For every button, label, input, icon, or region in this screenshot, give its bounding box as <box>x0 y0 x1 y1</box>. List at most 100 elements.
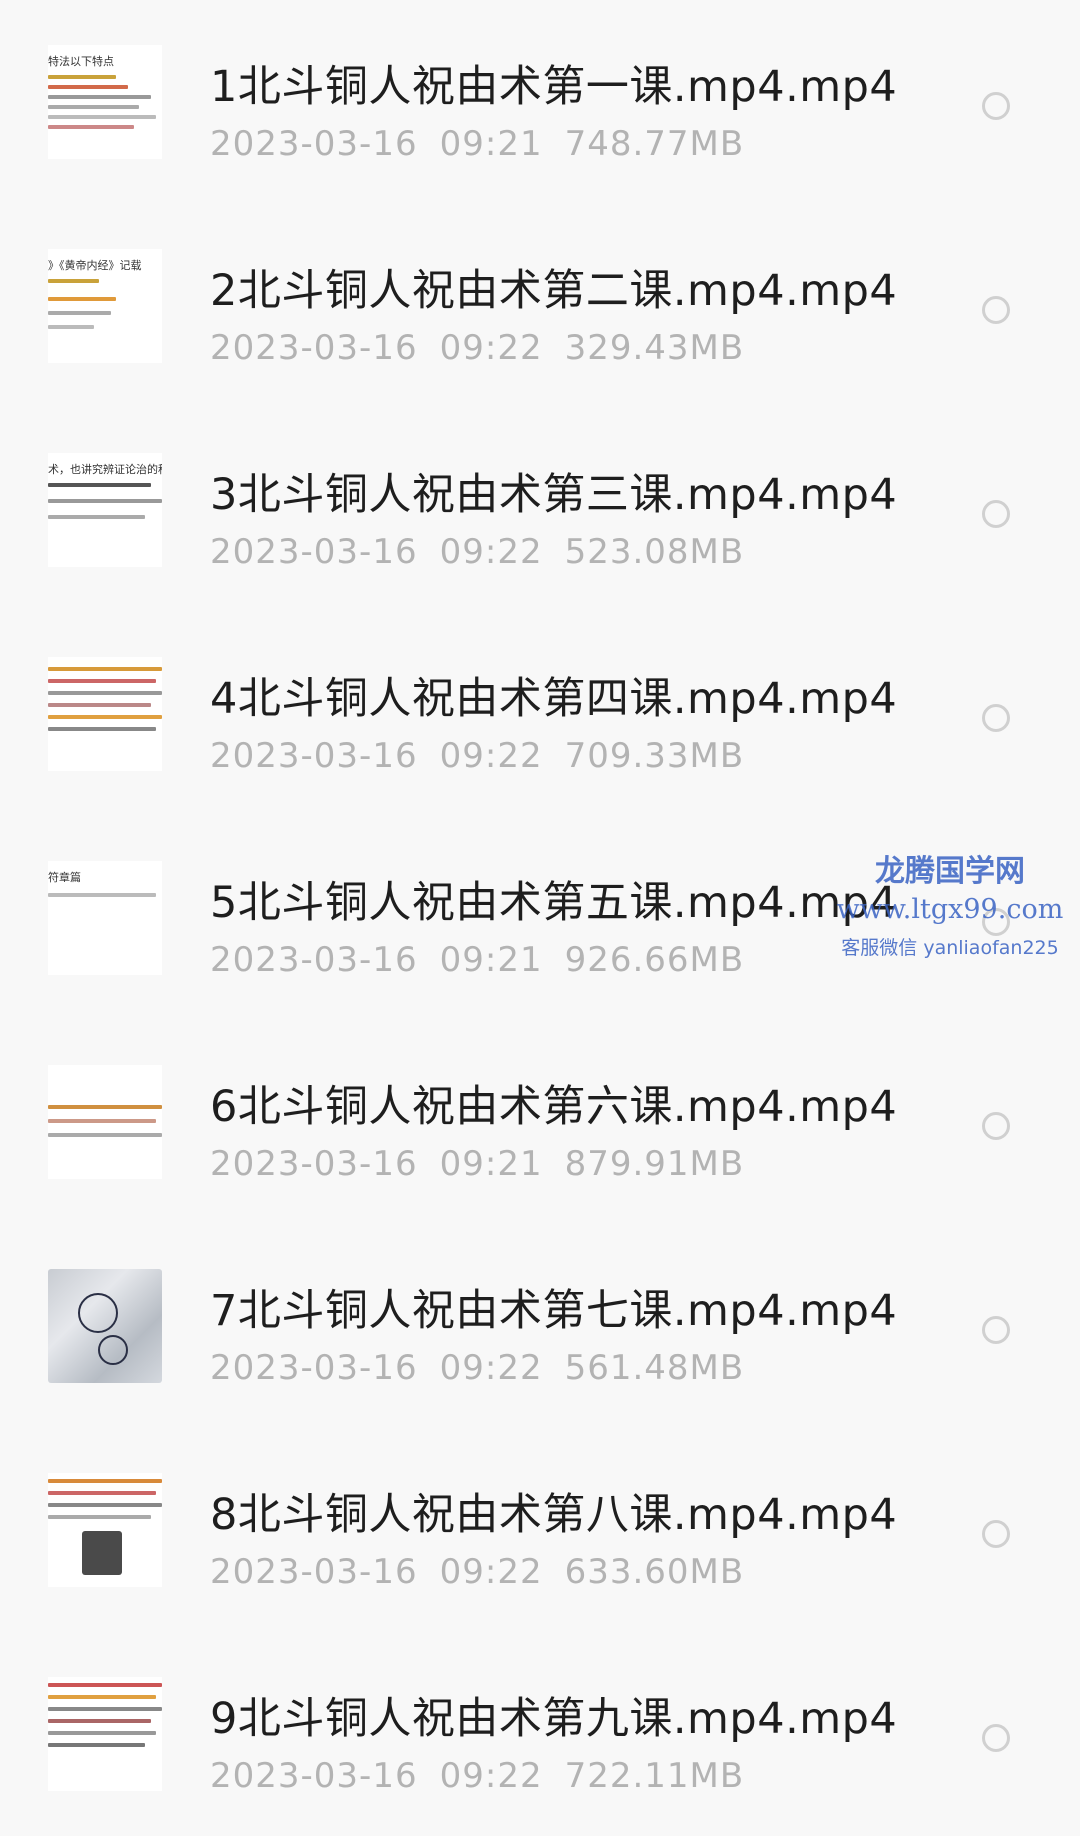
file-list: 特法以下特点 1北斗铜人祝由术第一课.mp4.mp4 2023-03-16 09:21… <box>0 0 1080 1827</box>
thumbnail-text-line <box>48 279 100 283</box>
file-size: 926.66MB <box>564 940 745 980</box>
file-name: 3北斗铜人祝由术第三课.mp4.mp4 <box>210 470 898 520</box>
video-thumbnail: 符章篇 <box>48 861 162 975</box>
thumbnail-text-line <box>48 893 157 897</box>
file-row[interactable]: 特法以下特点 1北斗铜人祝由术第一课.mp4.mp4 2023-03-16 09:21… <box>0 0 1080 204</box>
file-row[interactable]: 7北斗铜人祝由术第七课.mp4.mp4 2023-03-16 09:22 561.48… <box>0 1224 1080 1428</box>
thumbnail-text-line <box>48 95 151 99</box>
file-size: 722.11MB <box>564 1756 745 1796</box>
radio-circle-icon[interactable] <box>982 1520 1010 1548</box>
file-date: 2023-03-16 <box>210 1144 418 1184</box>
file-row[interactable]: 6北斗铜人祝由术第六课.mp4.mp4 2023-03-16 09:21 879.91… <box>0 1020 1080 1224</box>
file-meta: 2023-03-16 09:21 748.77MB <box>210 124 766 164</box>
file-size: 561.48MB <box>564 1348 745 1388</box>
thumbnail-text-line <box>48 1133 162 1137</box>
file-name: 2北斗铜人祝由术第二课.mp4.mp4 <box>210 266 898 316</box>
talisman-stamp <box>78 1293 118 1333</box>
radio-circle-icon[interactable] <box>982 92 1010 120</box>
video-thumbnail <box>48 1473 162 1587</box>
video-thumbnail <box>48 1269 162 1383</box>
file-meta: 2023-03-16 09:22 523.08MB <box>210 532 766 572</box>
file-name: 6北斗铜人祝由术第六课.mp4.mp4 <box>210 1082 898 1132</box>
file-meta: 2023-03-16 09:22 329.43MB <box>210 328 766 368</box>
talisman-stamp <box>98 1335 128 1365</box>
file-date: 2023-03-16 <box>210 124 418 164</box>
file-date: 2023-03-16 <box>210 1756 418 1796</box>
thumbnail-text-line <box>48 691 162 695</box>
file-time: 09:22 <box>439 532 543 572</box>
video-thumbnail <box>48 1677 162 1791</box>
file-name: 8北斗铜人祝由术第八课.mp4.mp4 <box>210 1490 898 1540</box>
file-date: 2023-03-16 <box>210 940 418 980</box>
file-row[interactable]: 9北斗铜人祝由术第九课.mp4.mp4 2023-03-16 09:22 722.11… <box>0 1632 1080 1836</box>
thumbnail-text-line <box>48 1503 162 1507</box>
file-row[interactable]: 符章篇 5北斗铜人祝由术第五课.mp4.mp4 2023-03-16 09:21 926… <box>0 816 1080 1020</box>
file-row[interactable]: 8北斗铜人祝由术第八课.mp4.mp4 2023-03-16 09:22 633.60… <box>0 1428 1080 1632</box>
file-size: 633.60MB <box>564 1552 745 1592</box>
thumbnail-text-line <box>48 679 157 683</box>
thumbnail-text-line <box>48 125 134 129</box>
radio-circle-icon[interactable] <box>982 1724 1010 1752</box>
thumbnail-text-line <box>48 1515 151 1519</box>
radio-circle-icon[interactable] <box>982 1112 1010 1140</box>
video-thumbnail: 术，也讲究辨证论治的科学 <box>48 453 162 567</box>
file-meta: 2023-03-16 09:22 561.48MB <box>210 1348 766 1388</box>
thumbnail-text-line <box>48 1719 151 1723</box>
thumbnail-text-line <box>48 1743 145 1747</box>
radio-circle-icon[interactable] <box>982 908 1010 936</box>
thumbnail-text-line <box>48 483 151 487</box>
thumbnail-text-line <box>48 297 117 301</box>
file-meta: 2023-03-16 09:22 709.33MB <box>210 736 766 776</box>
file-row[interactable]: 术，也讲究辨证论治的科学 3北斗铜人祝由术第三课.mp4.mp4 2023-03-1… <box>0 408 1080 612</box>
radio-circle-icon[interactable] <box>982 704 1010 732</box>
file-date: 2023-03-16 <box>210 1552 418 1592</box>
file-name: 5北斗铜人祝由术第五课.mp4.mp4 <box>210 878 898 928</box>
file-name: 9北斗铜人祝由术第九课.mp4.mp4 <box>210 1694 898 1744</box>
thumbnail-text-line <box>48 499 162 503</box>
file-meta: 2023-03-16 09:21 879.91MB <box>210 1144 766 1184</box>
file-size: 879.91MB <box>564 1144 745 1184</box>
thumbnail-text-line <box>48 1707 162 1711</box>
file-time: 09:21 <box>439 940 543 980</box>
radio-circle-icon[interactable] <box>982 1316 1010 1344</box>
thumbnail-text-line <box>48 515 145 519</box>
file-size: 748.77MB <box>564 124 745 164</box>
file-meta: 2023-03-16 09:21 926.66MB <box>210 940 766 980</box>
radio-circle-icon[interactable] <box>982 296 1010 324</box>
file-row[interactable]: 》《黄帝内经》记载 2北斗铜人祝由术第二课.mp4.mp4 2023-03-16 09… <box>0 204 1080 408</box>
file-size: 523.08MB <box>564 532 745 572</box>
thumbnail-text-line <box>48 1491 157 1495</box>
file-size: 329.43MB <box>564 328 745 368</box>
thumbnail-text-line <box>48 667 162 671</box>
thumbnail-text-line <box>48 1683 162 1687</box>
thumbnail-text-line <box>48 105 140 109</box>
file-row[interactable]: 4北斗铜人祝由术第四课.mp4.mp4 2023-03-16 09:22 709.33… <box>0 612 1080 816</box>
thumbnail-text-line <box>48 311 111 315</box>
file-date: 2023-03-16 <box>210 736 418 776</box>
thumbnail-text-line <box>48 85 128 89</box>
video-thumbnail <box>48 657 162 771</box>
thumbnail-text-line <box>48 1119 157 1123</box>
thumbnail-text-line <box>48 1731 157 1735</box>
thumbnail-caption: 》《黄帝内经》记载 <box>48 259 142 272</box>
bronze-relic-image <box>82 1531 122 1575</box>
video-thumbnail: 特法以下特点 <box>48 45 162 159</box>
thumbnail-text-line <box>48 727 157 731</box>
thumbnail-text-line <box>48 1105 162 1109</box>
radio-circle-icon[interactable] <box>982 500 1010 528</box>
thumbnail-text-line <box>48 75 117 79</box>
thumbnail-caption: 符章篇 <box>48 871 81 884</box>
thumbnail-caption: 术，也讲究辨证论治的科学 <box>48 463 162 476</box>
thumbnail-text-line <box>48 1695 157 1699</box>
thumbnail-text-line <box>48 325 94 329</box>
thumbnail-text-line <box>48 703 151 707</box>
thumbnail-text-line <box>48 1479 162 1483</box>
file-time: 09:22 <box>439 1348 543 1388</box>
file-meta: 2023-03-16 09:22 633.60MB <box>210 1552 766 1592</box>
file-date: 2023-03-16 <box>210 532 418 572</box>
thumbnail-text-line <box>48 115 157 119</box>
file-time: 09:21 <box>439 124 543 164</box>
file-time: 09:22 <box>439 1756 543 1796</box>
video-thumbnail: 》《黄帝内经》记载 <box>48 249 162 363</box>
thumbnail-text-line <box>48 715 162 719</box>
